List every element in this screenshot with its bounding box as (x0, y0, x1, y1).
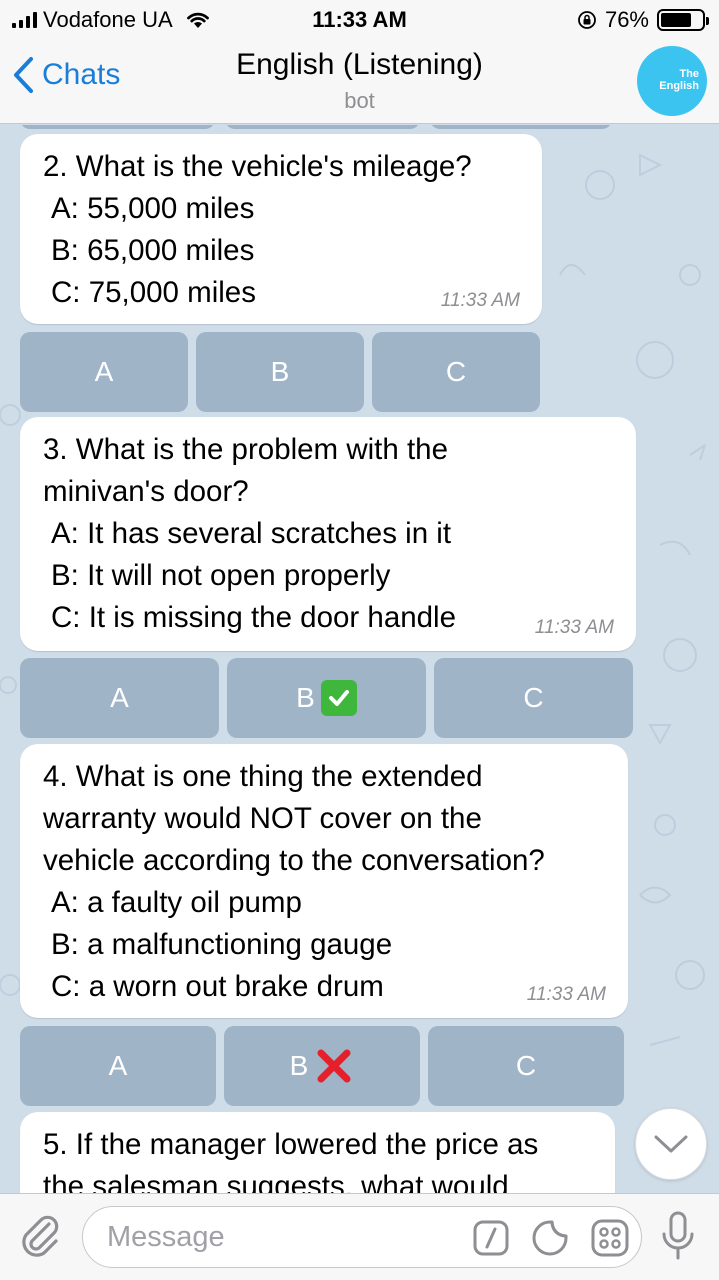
chevron-down-icon (654, 1135, 688, 1153)
answer-button-b[interactable]: B (196, 332, 364, 412)
paperclip-icon[interactable] (18, 1212, 62, 1260)
sticker-icon[interactable] (531, 1219, 569, 1257)
message-bubble: 2. What is the vehicle's mileage? A: 55,… (20, 134, 542, 324)
status-left: Vodafone UA (12, 7, 211, 33)
orientation-lock-icon (578, 11, 596, 29)
question-text-line: 3. What is the problem with the (43, 433, 448, 466)
inline-keyboard: A B C (20, 658, 633, 738)
question-text-line: 5. If the manager lowered the price as (43, 1128, 539, 1161)
chat-title[interactable]: English (Listening) (0, 48, 719, 82)
answer-label: B (289, 1050, 309, 1081)
answer-label: C (515, 1050, 537, 1081)
question-text-line: 4. What is one thing the extended (43, 760, 483, 793)
answer-button-c[interactable]: C (434, 658, 633, 738)
answer-button-a[interactable]: A (20, 658, 219, 738)
message-bubble: 4. What is one thing the extended warran… (20, 744, 628, 1018)
battery-icon (657, 9, 709, 31)
cross-mark-icon (317, 1049, 351, 1083)
answer-label: C (523, 682, 544, 713)
battery-fill (661, 13, 692, 27)
question-text-line: warranty would NOT cover on the (43, 802, 482, 835)
microphone-icon[interactable] (660, 1210, 696, 1262)
previous-button-stub (430, 125, 612, 129)
wifi-icon (186, 12, 209, 28)
answer-button-b[interactable]: B (227, 658, 426, 738)
answer-label: B (270, 356, 290, 387)
question-text: 2. What is the vehicle's mileage? (43, 150, 472, 183)
answer-button-c[interactable]: C (428, 1026, 624, 1106)
inline-keyboard: A B C (20, 1026, 624, 1106)
message-time: 11:33 AM (526, 984, 606, 1005)
status-right: 76% (577, 7, 709, 33)
message-time: 11:33 AM (534, 617, 614, 638)
avatar[interactable]: The English (637, 46, 707, 116)
scroll-to-bottom-button[interactable] (635, 1108, 707, 1180)
option-a: A: It has several scratches in it (51, 517, 452, 550)
status-bar: Vodafone UA 11:33 AM 76% (0, 0, 719, 40)
message-input[interactable] (107, 1217, 467, 1257)
avatar-text-line2: English (659, 80, 699, 92)
option-c: C: It is missing the door handle (51, 601, 457, 634)
chat-area[interactable]: 2. What is the vehicle's mileage? A: 55,… (0, 125, 719, 1193)
previous-button-stub (20, 125, 215, 129)
input-bar (0, 1193, 719, 1280)
answer-button-a[interactable]: A (20, 1026, 216, 1106)
answer-label: A (110, 682, 129, 713)
check-mark-icon (320, 680, 357, 716)
option-a: A: 55,000 miles (51, 192, 255, 225)
option-c: C: a worn out brake drum (51, 970, 384, 1003)
chat-subtitle: bot (344, 88, 375, 113)
battery-percent: 76% (604, 7, 649, 32)
signal-icon (12, 12, 37, 28)
answer-label: A (94, 356, 114, 387)
question-text-line: minivan's door? (43, 475, 249, 508)
answer-label: A (108, 1050, 128, 1081)
question-text-line: the salesman suggests, what would (43, 1170, 509, 1193)
nav-bar: Chats English (Listening) bot The Englis… (0, 40, 719, 124)
option-a: A: a faulty oil pump (51, 886, 302, 919)
option-b: B: It will not open properly (51, 559, 391, 592)
message-bubble: 3. What is the problem with the minivan'… (20, 417, 636, 651)
answer-button-b[interactable]: B (224, 1026, 420, 1106)
answer-label: B (296, 682, 315, 713)
previous-button-stub (225, 125, 420, 129)
inline-keyboard: A B C (20, 332, 540, 412)
message-time: 11:33 AM (440, 290, 520, 311)
option-b: B: 65,000 miles (51, 234, 255, 267)
answer-label: C (445, 356, 467, 387)
message-field[interactable] (82, 1206, 642, 1268)
answer-button-a[interactable]: A (20, 332, 188, 412)
question-text-line: vehicle according to the conversation? (43, 844, 545, 877)
carrier-name: Vodafone UA (43, 7, 173, 32)
answer-button-c[interactable]: C (372, 332, 540, 412)
option-b: B: a malfunctioning gauge (51, 928, 393, 961)
app-grid-icon[interactable] (591, 1219, 629, 1257)
message-bubble: 5. If the manager lowered the price as t… (20, 1112, 615, 1193)
slash-command-icon[interactable] (473, 1220, 509, 1256)
